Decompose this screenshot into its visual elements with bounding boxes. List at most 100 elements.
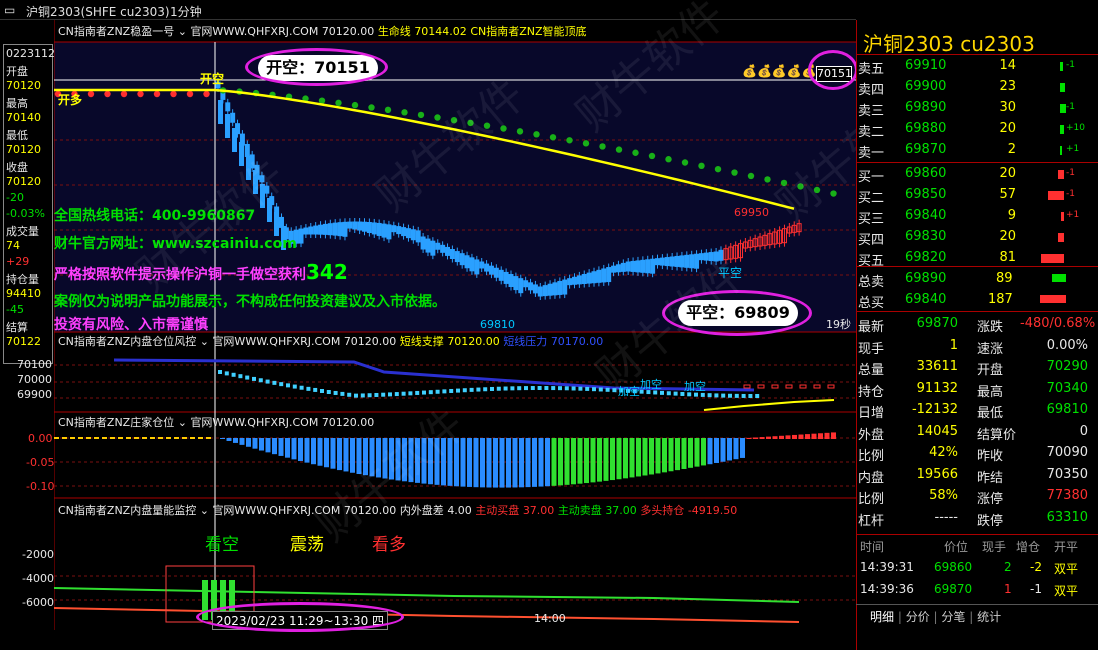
- total-buy-volume: 187: [988, 292, 1013, 307]
- candle-body: [488, 265, 494, 275]
- candle-body: [625, 261, 631, 272]
- risk-block: [265, 379, 270, 384]
- ask-price[interactable]: 69910: [905, 58, 946, 73]
- tab-details[interactable]: 明细: [870, 610, 894, 624]
- candle-body: [694, 253, 700, 269]
- trend-dot: [648, 152, 656, 160]
- settle-label: 结算: [6, 321, 28, 334]
- main-price-panel[interactable]: [54, 42, 856, 332]
- disclaimer-2: 投资有风险、入市需谨慎: [54, 317, 208, 333]
- candle-body: [674, 255, 680, 267]
- window-icon[interactable]: ▭: [4, 3, 15, 17]
- histogram-bar: [506, 438, 511, 488]
- candle-body: [381, 223, 387, 238]
- histogram-bar: [545, 438, 550, 487]
- main-indicator-header[interactable]: CN指南者ZNZ稳盈一号 ⌄ 官网WWW.QHFXRJ.COM 70120.00…: [58, 23, 587, 39]
- stat-value: -480/0.68%: [1020, 316, 1096, 331]
- bid-price[interactable]: 69850: [905, 187, 946, 202]
- bid-volume-bar: [1058, 170, 1064, 179]
- histogram-bar: [642, 438, 648, 476]
- risk-indicator-name[interactable]: CN指南者ZNZ内盘仓位风控: [58, 335, 196, 348]
- axis-label: -2000: [22, 548, 54, 561]
- chevron-down-icon[interactable]: ⌄: [200, 504, 209, 517]
- ask-price[interactable]: 69880: [905, 121, 946, 136]
- stat-label: 最低: [977, 406, 1004, 421]
- main-indicator-name[interactable]: CN指南者ZNZ稳盈一号: [58, 25, 174, 38]
- hotline-text: 全国热线电话：400-9960867: [54, 208, 256, 224]
- bid-price[interactable]: 69840: [905, 208, 946, 223]
- stat-value: 42%: [929, 445, 958, 460]
- ask-price[interactable]: 69890: [905, 100, 946, 115]
- trend-dot: [500, 125, 507, 132]
- bid-price[interactable]: 69830: [905, 229, 946, 244]
- add-short-signal: 加空: [618, 385, 640, 398]
- dealer-indicator-header[interactable]: CN指南者ZNZ庄家仓位 ⌄ 官网WWW.QHFXRJ.COM 70120.00: [58, 414, 374, 430]
- chevron-down-icon[interactable]: ⌄: [178, 25, 187, 38]
- bid-price[interactable]: 69820: [905, 250, 946, 265]
- ticks-header-price: 价位: [944, 540, 969, 554]
- stat-label: 开盘: [977, 363, 1004, 378]
- highlight-ellipse: [808, 50, 858, 90]
- tab-statistics[interactable]: 统计: [977, 610, 1001, 624]
- chevron-down-icon[interactable]: ⌄: [200, 335, 209, 348]
- period-selector[interactable]: 1分钟: [170, 3, 202, 20]
- stat-value: 0: [1079, 423, 1088, 439]
- risk-block: [252, 376, 256, 381]
- risk-block: [585, 386, 590, 391]
- total-sell-label: 总卖: [858, 275, 885, 290]
- candle-body: [596, 269, 602, 283]
- candle-body: [513, 276, 519, 291]
- trend-dot: [137, 90, 144, 98]
- risk-indicator-header[interactable]: CN指南者ZNZ内盘仓位风控 ⌄ 官网WWW.QHFXRJ.COM 70120.…: [58, 333, 603, 349]
- dealer-indicator-name[interactable]: CN指南者ZNZ庄家仓位: [58, 416, 174, 429]
- risk-block: [449, 388, 454, 393]
- histogram-bar: [551, 438, 557, 486]
- stat-label[interactable]: 结算价: [977, 424, 1016, 443]
- add-short-signal: 加空: [640, 378, 662, 391]
- ask-price[interactable]: 69870: [905, 142, 946, 157]
- histogram-bar: [356, 438, 362, 475]
- active-sell-label: 主动卖盘: [557, 504, 602, 517]
- volume-indicator-header[interactable]: CN指南者ZNZ内盘量能监控 ⌄ 官网WWW.QHFXRJ.COM 70120.…: [58, 502, 737, 518]
- histogram-bar: [311, 438, 316, 465]
- stat-value: 70350: [1046, 466, 1088, 482]
- volume-change: +29: [6, 255, 30, 268]
- histogram-bar: [662, 438, 667, 473]
- volume-indicator-name[interactable]: CN指南者ZNZ内盘量能监控: [58, 504, 196, 517]
- histogram-bar: [818, 433, 823, 439]
- ticks-header-volume: 现手: [982, 540, 1007, 554]
- life-line-label: 生命线: [377, 25, 411, 38]
- risk-block: [224, 371, 229, 376]
- website-text: 财牛官方网址：www.szcainiu.com: [54, 236, 297, 252]
- volume-value: 74: [6, 239, 20, 252]
- ask-price[interactable]: 69900: [905, 79, 946, 94]
- bid-volume-bar: [1058, 233, 1064, 242]
- risk-block: [394, 392, 399, 397]
- candle-body: [664, 257, 670, 267]
- stat-value: 70290: [1046, 359, 1088, 374]
- candle-body: [278, 216, 284, 228]
- candle-body: [523, 280, 529, 288]
- histogram-bar: [467, 438, 472, 487]
- bid-label: 买一: [858, 170, 885, 185]
- candle-body: [528, 282, 534, 291]
- tick-time: 14:39:36: [860, 582, 914, 596]
- ask-label: 卖四: [858, 83, 885, 98]
- risk-block: [564, 386, 569, 391]
- histogram-bar: [428, 438, 433, 485]
- tab-ticks[interactable]: 分笔: [941, 610, 965, 624]
- tick-time: 14:39:31: [860, 560, 914, 574]
- risk-block: [592, 387, 596, 392]
- tab-price-dist[interactable]: 分价: [906, 610, 930, 624]
- risk-block: [231, 372, 236, 377]
- candle-body: [679, 255, 685, 268]
- trend-dot: [698, 162, 705, 170]
- bid-price[interactable]: 69860: [905, 166, 946, 181]
- support-label: 短线支撑: [399, 335, 444, 348]
- candle-body: [659, 257, 665, 266]
- axis-label: 69900: [17, 388, 52, 401]
- histogram-bar: [408, 438, 414, 483]
- histogram-bar: [402, 438, 407, 482]
- axis-label: -4000: [22, 572, 54, 585]
- chevron-down-icon[interactable]: ⌄: [178, 416, 187, 429]
